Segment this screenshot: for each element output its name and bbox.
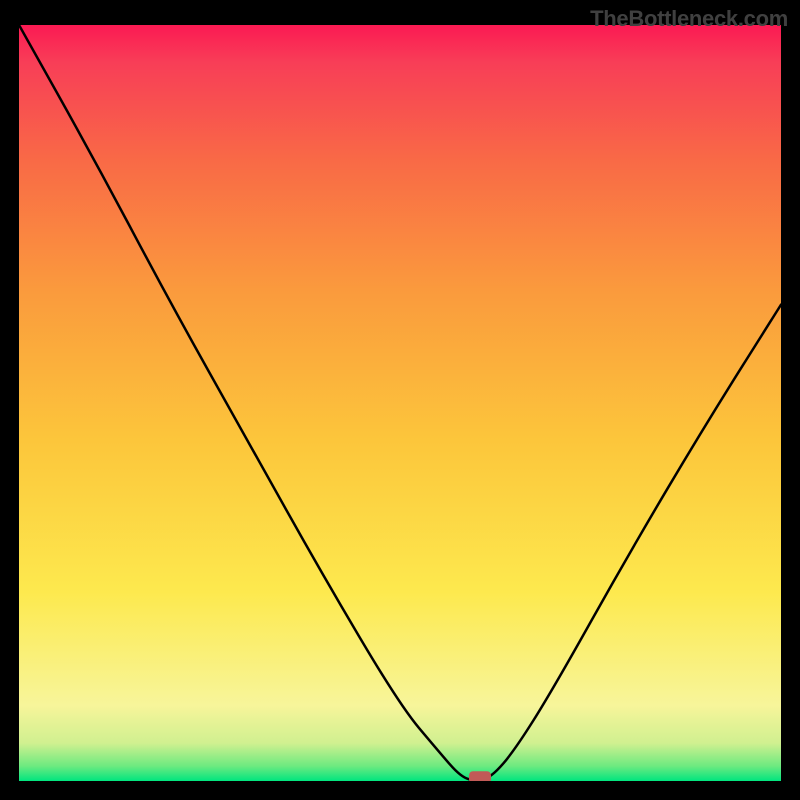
- watermark-text: TheBottleneck.com: [590, 6, 788, 32]
- optimal-marker: [469, 771, 491, 781]
- chart-svg: [19, 25, 781, 781]
- plot-area: [19, 25, 781, 781]
- bottleneck-chart: TheBottleneck.com: [0, 0, 800, 800]
- gradient-background: [19, 25, 781, 781]
